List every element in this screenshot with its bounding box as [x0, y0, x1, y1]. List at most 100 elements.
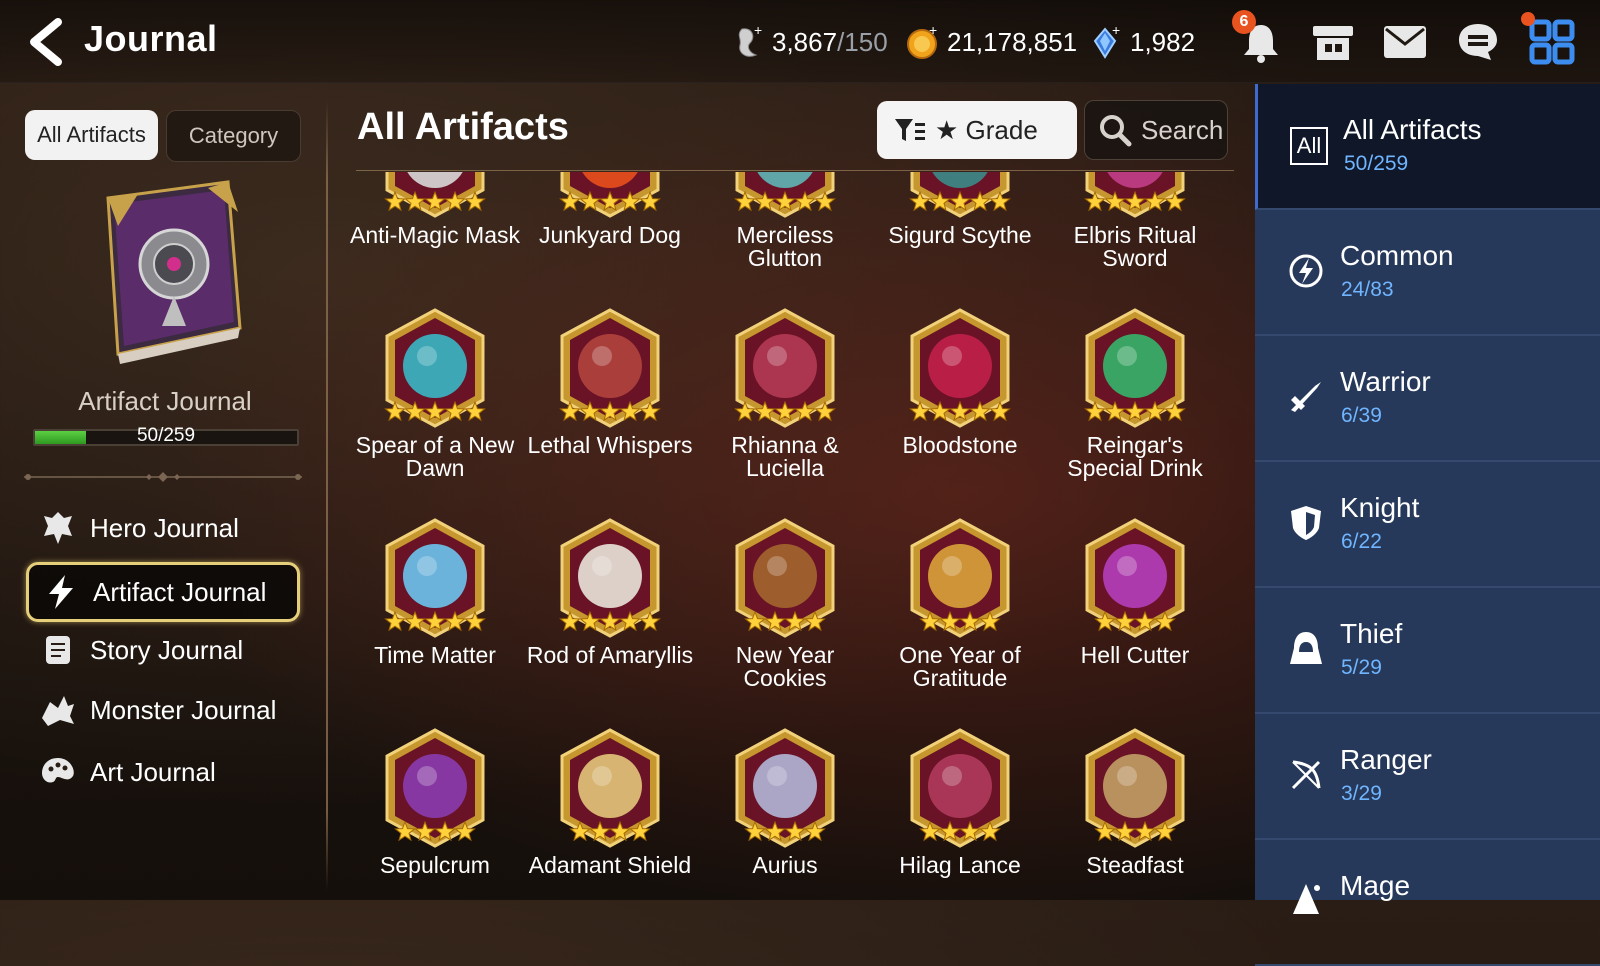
- category-ranger[interactable]: Ranger 3/29: [1255, 714, 1600, 840]
- artifact-journal-book-image: [106, 180, 242, 364]
- journal-label: Artifact Journal: [78, 386, 252, 416]
- hero-icon: [44, 512, 72, 544]
- artifact-card[interactable]: New Year Cookies: [694, 482, 864, 690]
- stamina-display[interactable]: + 3,867 /150: [730, 22, 888, 62]
- nav-art-journal[interactable]: Art Journal: [26, 744, 298, 800]
- artifact-card[interactable]: Bloodstone: [869, 272, 1039, 472]
- artifact-name-line: Reingar's: [1086, 432, 1184, 458]
- artifact-name: Hilag Lance: [869, 854, 1051, 877]
- artifact-image: [385, 728, 485, 848]
- nav-artifact-journal[interactable]: Artifact Journal: [26, 562, 300, 622]
- menu-button[interactable]: [1521, 12, 1577, 66]
- artifact-card[interactable]: Time Matter: [344, 482, 514, 682]
- artifact-card[interactable]: Steadfast: [1044, 692, 1214, 892]
- category-mage[interactable]: Mage: [1255, 840, 1600, 966]
- page-title: Journal: [84, 18, 218, 59]
- category-all-artifacts[interactable]: All All Artifacts 50/259: [1255, 84, 1600, 210]
- category-name: Warrior: [1340, 366, 1431, 397]
- menu-alert-dot: [1521, 12, 1535, 26]
- artifact-card[interactable]: Spear of a New Dawn: [344, 272, 514, 480]
- artifact-name-line: Hilag Lance: [899, 852, 1021, 878]
- common-class-icon: [1289, 254, 1323, 288]
- category-panel: All All Artifacts 50/259 Common 24/83 Warrior…: [1255, 84, 1600, 966]
- artifact-card[interactable]: Junkyard Dog: [519, 172, 689, 262]
- artifact-image: [1084, 172, 1186, 218]
- category-name: Thief: [1340, 618, 1403, 649]
- menu-grid-icon: [1529, 19, 1575, 65]
- shop-icon: [1313, 26, 1353, 60]
- artifact-image: [559, 518, 661, 638]
- nav-label: Story Journal: [90, 634, 244, 665]
- all-icon: All: [1290, 127, 1328, 165]
- artifact-image: [910, 728, 1010, 848]
- artifact-name-line: Dawn: [405, 455, 465, 481]
- main-title: All Artifacts: [357, 106, 569, 148]
- artifact-card[interactable]: Merciless Glutton: [694, 172, 864, 270]
- svg-text:+: +: [929, 23, 937, 38]
- grade-sort-button[interactable]: ★ Grade: [877, 101, 1077, 159]
- artifact-card[interactable]: Lethal Whispers: [519, 272, 692, 472]
- chat-button[interactable]: [1453, 18, 1503, 66]
- artifact-name-line: Time Matter: [374, 642, 496, 668]
- mail-button[interactable]: [1380, 18, 1430, 66]
- artifact-card[interactable]: Rod of Amaryllis: [519, 482, 693, 682]
- notifications-button[interactable]: 6: [1232, 10, 1286, 66]
- category-knight[interactable]: Knight 6/22: [1255, 462, 1600, 588]
- back-arrow-icon: [30, 18, 62, 66]
- gold-value: 21,178,851: [947, 26, 1078, 57]
- artifact-name: Sigurd Scythe: [869, 224, 1051, 247]
- artifact-name-line: Sword: [1102, 245, 1168, 271]
- artifact-name: Lethal Whispers: [519, 434, 701, 457]
- artifact-name: Adamant Shield: [519, 854, 701, 877]
- gold-display[interactable]: + 21,178,851: [905, 22, 1077, 62]
- category-count: 50/259: [1344, 152, 1409, 175]
- search-icon: [1100, 115, 1132, 147]
- artifact-image: [1085, 728, 1185, 848]
- artifact-name: Time Matter: [344, 644, 526, 667]
- tab-category[interactable]: Category: [166, 110, 301, 162]
- nav-monster-journal[interactable]: Monster Journal: [26, 682, 298, 738]
- artifact-card[interactable]: Sepulcrum: [344, 692, 514, 892]
- journal-progress-bar: 50/259: [33, 425, 299, 446]
- tab-all-artifacts[interactable]: All Artifacts: [25, 110, 158, 160]
- category-name: Knight: [1340, 492, 1420, 523]
- artifact-name: New Year Cookies: [694, 644, 876, 690]
- artifact-card[interactable]: Reingar's Special Drink: [1044, 272, 1214, 480]
- artifact-card[interactable]: Aurius: [694, 692, 864, 892]
- search-button[interactable]: Search: [1084, 100, 1228, 160]
- artifact-card[interactable]: Hilag Lance: [869, 692, 1039, 892]
- artifact-image: [384, 308, 486, 428]
- svg-text:+: +: [1112, 23, 1120, 38]
- category-thief[interactable]: Thief 5/29: [1255, 588, 1600, 714]
- artifact-name: Reingar's Special Drink: [1044, 434, 1226, 480]
- category-common[interactable]: Common 24/83: [1255, 210, 1600, 336]
- artifact-image: [735, 728, 835, 848]
- artifact-card[interactable]: One Year of Gratitude: [869, 482, 1039, 690]
- artifact-image: [910, 518, 1010, 638]
- artifact-name: Steadfast: [1044, 854, 1226, 877]
- artifact-image: [734, 308, 836, 428]
- artifact-name-line: Junkyard Dog: [539, 222, 681, 248]
- artifact-name: Sepulcrum: [344, 854, 526, 877]
- artifact-name-line: One Year of: [899, 642, 1021, 668]
- top-bar: Journal + 3,867 /150 + 21,178,851 + 1,98…: [0, 0, 1600, 83]
- artifact-card[interactable]: Adamant Shield: [519, 692, 691, 892]
- nav-label: Monster Journal: [90, 694, 277, 725]
- panel-divider: [326, 100, 328, 890]
- crystal-display[interactable]: + 1,982: [1088, 22, 1195, 62]
- nav-hero-journal[interactable]: Hero Journal: [26, 500, 298, 556]
- thief-class-icon: [1290, 632, 1322, 664]
- artifact-card[interactable]: Rhianna & Luciella: [694, 272, 864, 480]
- shop-button[interactable]: [1308, 18, 1358, 66]
- artifact-name: Anti-Magic Mask: [344, 224, 526, 247]
- artifact-image: [734, 172, 836, 218]
- artifact-name-line: Elbris Ritual: [1073, 222, 1197, 248]
- artifact-name-line: Hell Cutter: [1080, 642, 1190, 668]
- artifact-card[interactable]: Elbris Ritual Sword: [1044, 172, 1214, 270]
- artifact-card[interactable]: Hell Cutter: [1044, 482, 1214, 682]
- artifact-card[interactable]: Anti-Magic Mask: [344, 172, 520, 262]
- back-button[interactable]: [22, 16, 74, 68]
- category-warrior[interactable]: Warrior 6/39: [1255, 336, 1600, 462]
- artifact-card[interactable]: Sigurd Scythe: [869, 172, 1039, 262]
- nav-story-journal[interactable]: Story Journal: [26, 622, 298, 678]
